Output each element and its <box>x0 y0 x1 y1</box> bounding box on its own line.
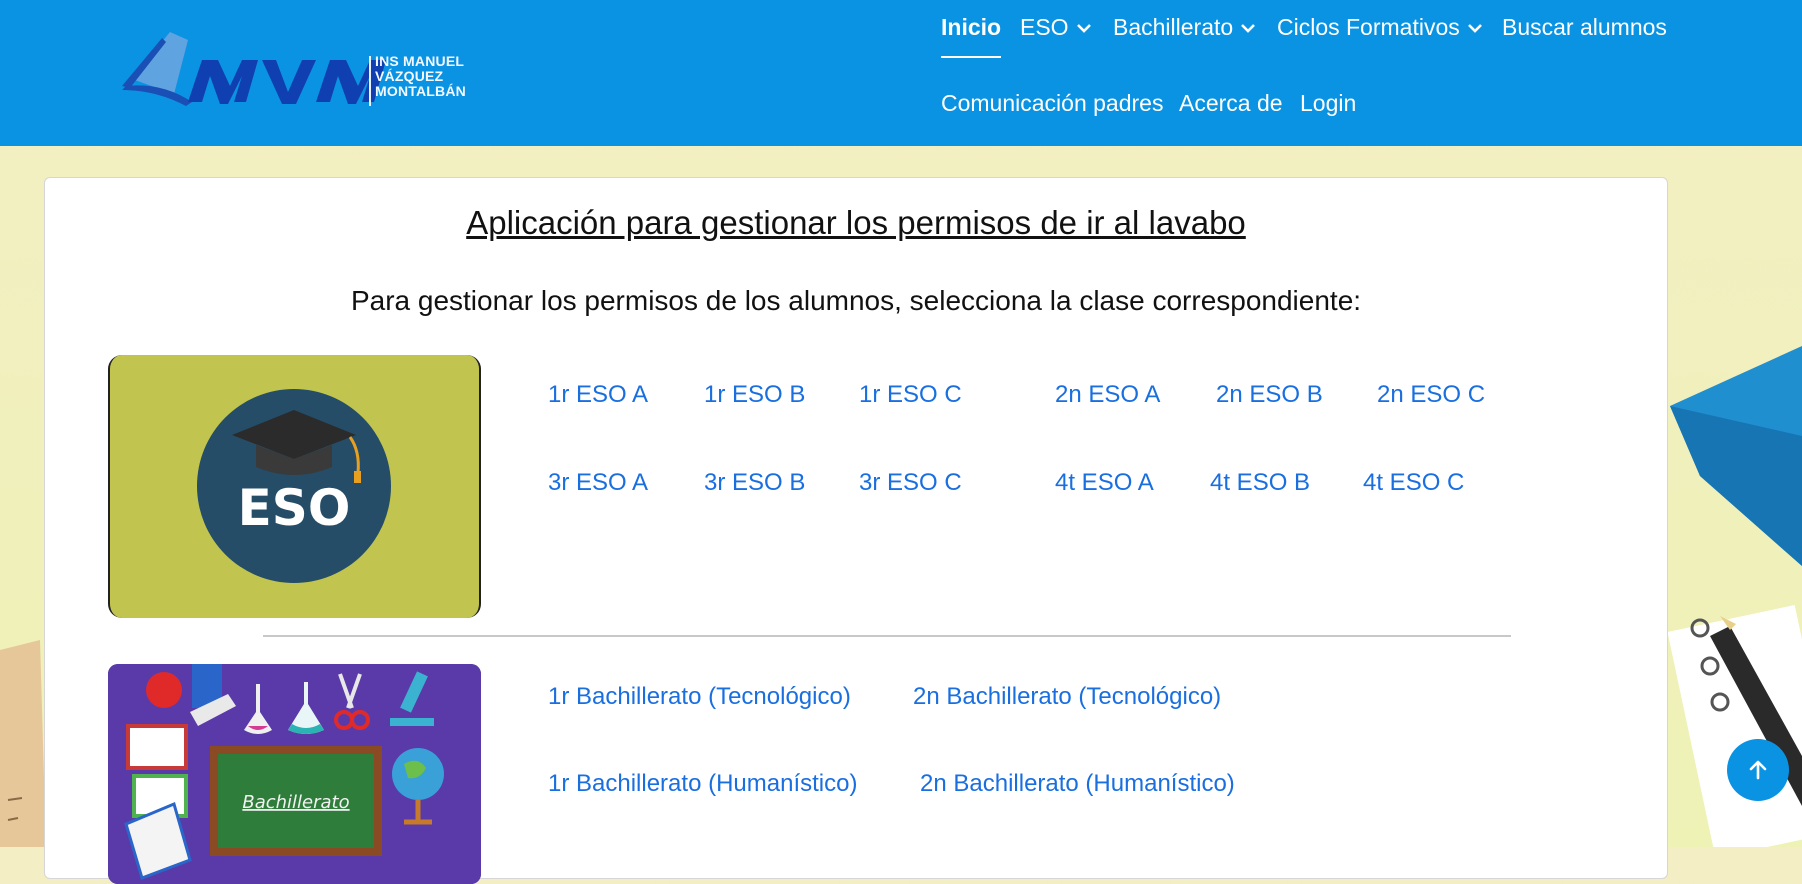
arrow-up-icon <box>1749 760 1767 780</box>
background-decoration <box>1660 146 1802 847</box>
class-link-2n-eso-b[interactable]: 2n ESO B <box>1216 381 1323 409</box>
school-name-line-1: INS MANUEL <box>375 53 465 69</box>
chevron-down-icon <box>1241 23 1256 33</box>
page-subtitle: Para gestionar los permisos de los alumn… <box>350 285 1362 316</box>
bachillerato-image-label: Bachillerato <box>242 792 349 813</box>
class-link-4t-eso-a[interactable]: 4t ESO A <box>1055 469 1154 497</box>
eso-image-label: ESO <box>238 479 351 537</box>
chevron-down-icon <box>1467 23 1482 33</box>
nav-inicio[interactable]: Inicio <box>941 14 1002 58</box>
nav-acerca-de[interactable]: Acerca de <box>1179 90 1283 117</box>
nav-acerca-label: Acerca de <box>1179 90 1283 116</box>
nav-eso-dropdown[interactable]: ESO <box>1020 14 1093 41</box>
class-link-1r-eso-a[interactable]: 1r ESO A <box>548 381 648 409</box>
top-navbar: INS MANUEL VÁZQUEZ MONTALBÁN Inicio ESO … <box>0 0 1802 146</box>
nav-eso-label: ESO <box>1020 14 1069 40</box>
nav-bachillerato-dropdown[interactable]: Bachillerato <box>1113 14 1257 41</box>
nav-login-label: Login <box>1300 90 1357 116</box>
class-link-2n-bach-tecnologico[interactable]: 2n Bachillerato (Tecnológico) <box>913 683 1221 711</box>
nav-comunicacion-padres[interactable]: Comunicación padres <box>941 90 1163 117</box>
stationery-illustration <box>1667 346 1802 847</box>
eso-graduation-illustration: ESO <box>197 389 391 583</box>
chevron-down-icon <box>1076 23 1091 33</box>
class-link-3r-eso-b[interactable]: 3r ESO B <box>704 469 805 497</box>
nav-buscar-label: Buscar alumnos <box>1502 14 1667 40</box>
nav-login[interactable]: Login <box>1300 90 1356 117</box>
class-link-1r-bach-tecnologico[interactable]: 1r Bachillerato (Tecnológico) <box>548 683 851 711</box>
class-link-2n-eso-a[interactable]: 2n ESO A <box>1055 381 1160 409</box>
ruler-illustration <box>0 640 46 847</box>
nav-ciclos-dropdown[interactable]: Ciclos Formativos <box>1277 14 1484 41</box>
nav-comunicacion-label: Comunicación padres <box>941 90 1164 116</box>
class-link-4t-eso-c[interactable]: 4t ESO C <box>1363 469 1464 497</box>
school-name: INS MANUEL VÁZQUEZ MONTALBÁN <box>375 54 466 99</box>
school-name-line-3: MONTALBÁN <box>375 83 466 99</box>
nav-buscar-alumnos[interactable]: Buscar alumnos <box>1502 14 1667 41</box>
bachillerato-image: Bachillerato <box>108 664 481 884</box>
nav-inicio-label: Inicio <box>941 14 1002 40</box>
class-link-4t-eso-b[interactable]: 4t ESO B <box>1210 469 1310 497</box>
class-link-1r-bach-humanistico[interactable]: 1r Bachillerato (Humanístico) <box>548 770 857 798</box>
ruler-decoration <box>0 640 46 847</box>
class-link-1r-eso-c[interactable]: 1r ESO C <box>859 381 962 409</box>
section-divider <box>263 635 1511 637</box>
main-card: Aplicación para gestionar los permisos d… <box>44 177 1668 884</box>
nav-ciclos-label: Ciclos Formativos <box>1277 14 1460 40</box>
page-title: Aplicación para gestionar los permisos d… <box>466 204 1246 241</box>
eso-image: ESO <box>108 355 481 618</box>
class-link-3r-eso-c[interactable]: 3r ESO C <box>859 469 962 497</box>
nav-bachillerato-label: Bachillerato <box>1113 14 1234 40</box>
class-link-2n-bach-humanistico[interactable]: 2n Bachillerato (Humanístico) <box>920 770 1235 798</box>
class-link-2n-eso-c[interactable]: 2n ESO C <box>1377 381 1485 409</box>
scroll-to-top-button[interactable] <box>1727 739 1789 801</box>
school-name-line-2: VÁZQUEZ <box>375 68 444 84</box>
bachillerato-school-illustration: Bachillerato <box>108 664 481 884</box>
class-link-1r-eso-b[interactable]: 1r ESO B <box>704 381 805 409</box>
class-link-3r-eso-a[interactable]: 3r ESO A <box>548 469 648 497</box>
